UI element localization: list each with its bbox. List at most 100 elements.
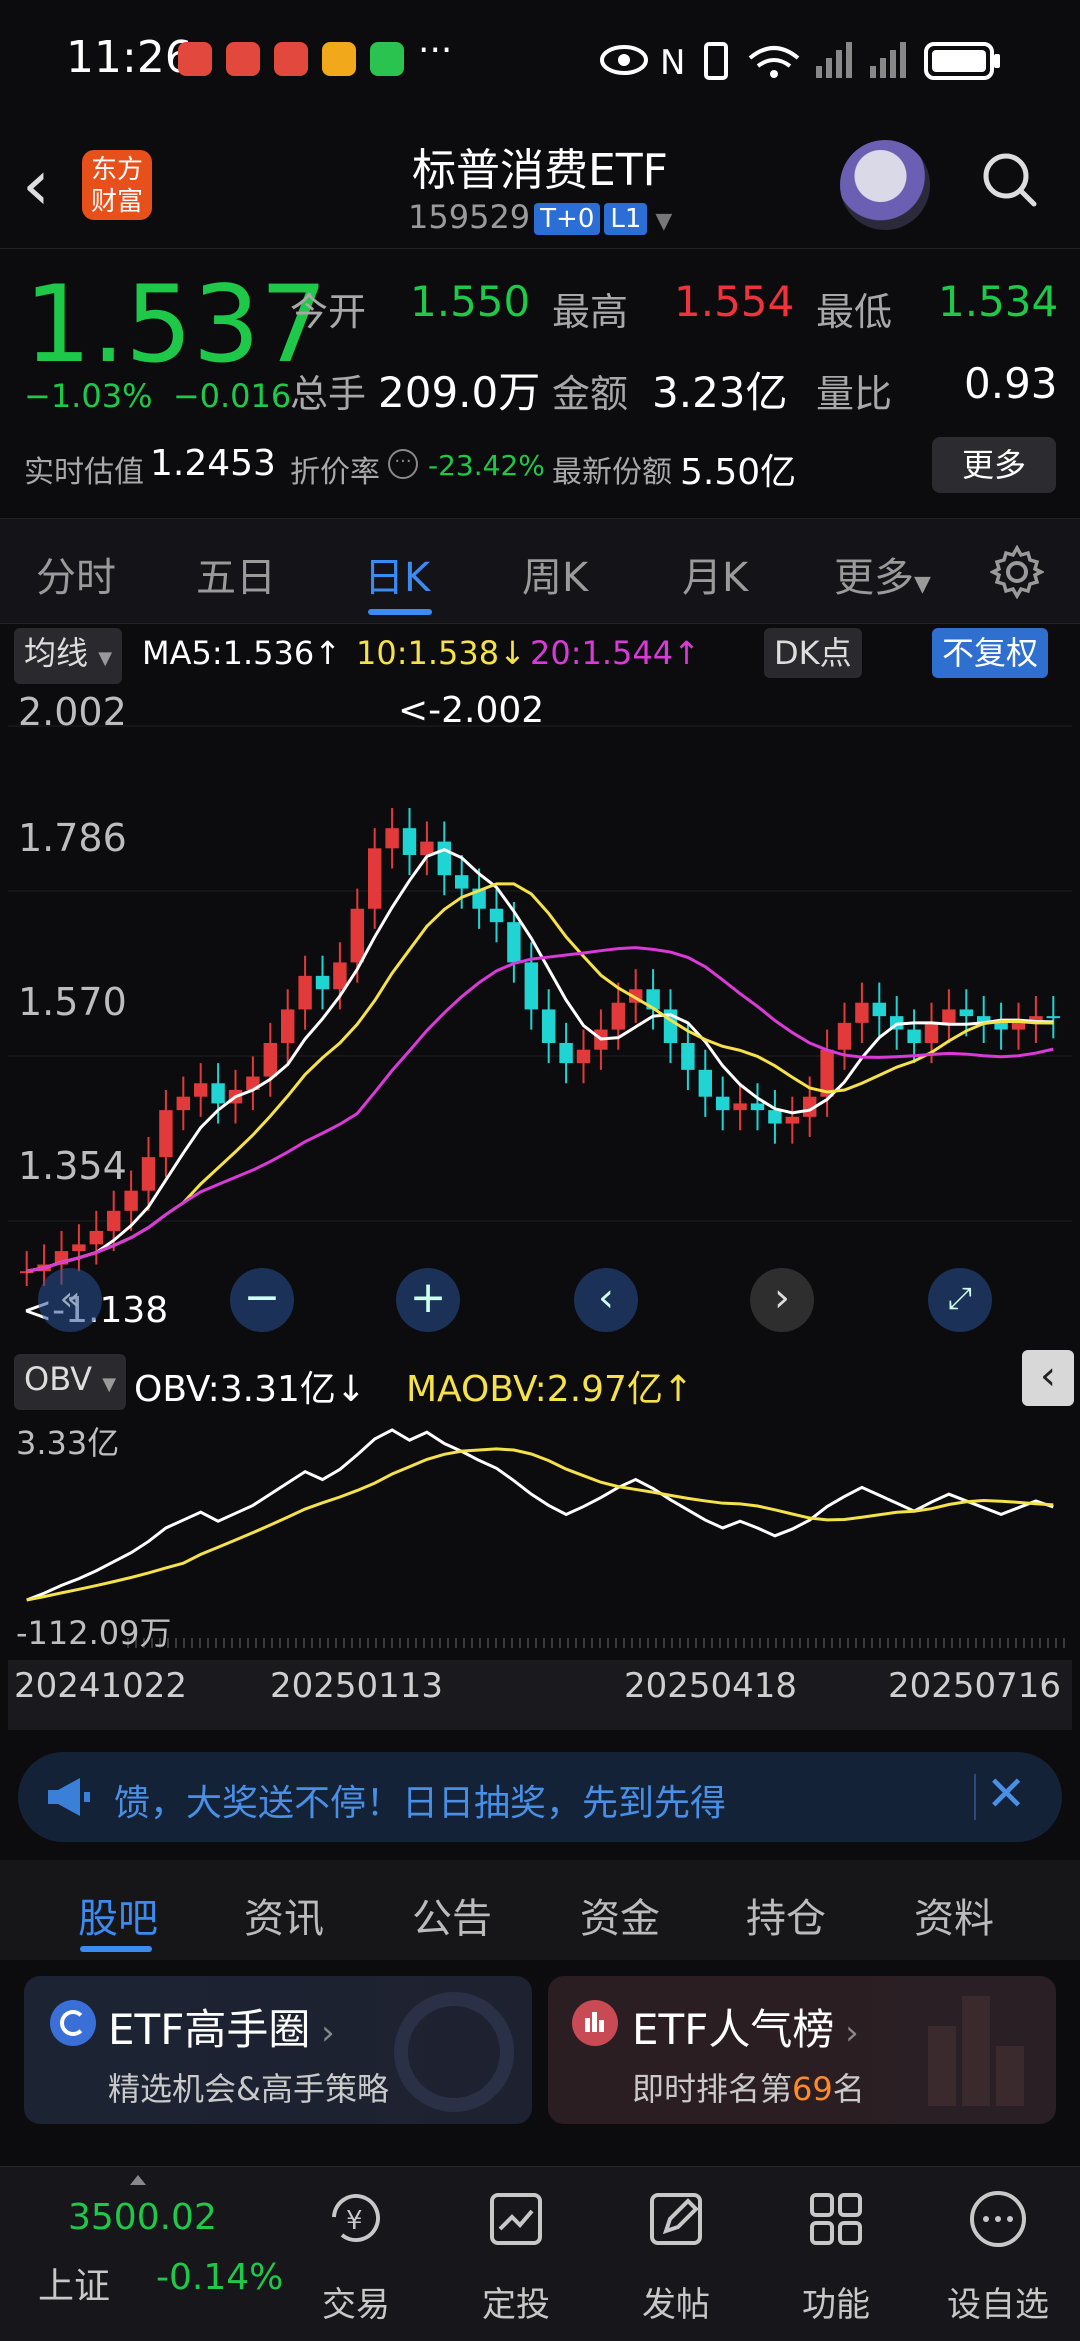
shares-label: 最新份额 [552, 455, 672, 490]
obv-legend: OBV ▼ OBV:3.31亿↓ MAOBV:2.97亿↑ ‹ [0, 1348, 1080, 1410]
tab-announcements[interactable]: 公告 [412, 1886, 492, 1944]
promo-banner[interactable]: 馈，大奖送不停！日日抽奖，先到先得 ✕ [18, 1752, 1062, 1842]
etf-expert-card[interactable]: ETF高手圈 › 精选机会&高手策略 [24, 1976, 532, 2124]
obv-bottom-label: -112.09万 [16, 1614, 172, 1652]
dk-point-toggle[interactable]: DK点 [764, 628, 862, 678]
candle-body [1011, 1022, 1026, 1030]
chevron-right-icon: › [834, 2013, 859, 2053]
post-icon[interactable] [644, 2187, 708, 2251]
obv-value: OBV:3.31亿↓ [134, 1369, 367, 1410]
app-notification-icon [226, 42, 260, 76]
card-subtitle: 即时排名第69名 [632, 2064, 865, 2110]
chevron-down-icon: ▼ [102, 1374, 117, 1395]
tab-profile[interactable]: 资料 [914, 1886, 994, 1944]
candle-body [176, 1096, 190, 1111]
candle-body [159, 1110, 173, 1158]
tab-five-day[interactable]: 五日 [196, 545, 276, 603]
y-tick-label: 2.002 [18, 690, 127, 734]
app-notification-icon [274, 42, 308, 76]
tab-weekly-k[interactable]: 周K [522, 545, 588, 603]
candle-body [924, 1022, 939, 1043]
ma5-line [26, 848, 1054, 1273]
search-icon[interactable] [980, 150, 1038, 208]
date-label: 20250113 [270, 1666, 444, 1706]
kline-chart[interactable]: 2.002 1.786 1.570 1.354 <-2.002 <-1.138 … [8, 686, 1072, 1346]
candle-body [611, 1002, 625, 1030]
tab-capital[interactable]: 资金 [580, 1886, 660, 1944]
indicator-selector-label: 均线 [24, 634, 89, 672]
y-tick-label: 1.354 [18, 1144, 127, 1188]
trade-icon[interactable]: ¥ [324, 2187, 388, 2251]
candle-body [315, 975, 330, 990]
last-price: 1.537 [24, 263, 328, 386]
functions-grid-icon[interactable] [804, 2187, 868, 2251]
rank-number: 69 [792, 2070, 833, 2108]
candle-body [350, 908, 364, 963]
active-tab-indicator [368, 609, 432, 615]
tab-guba[interactable]: 股吧 [78, 1886, 158, 1944]
tab-news[interactable]: 资讯 [244, 1886, 324, 1944]
obv-selector[interactable]: OBV ▼ [14, 1354, 127, 1410]
nav-functions[interactable]: 功能 [776, 2277, 896, 2326]
maobv-value: MAOBV:2.97亿↑ [406, 1369, 694, 1410]
fullscreen-icon[interactable]: ⤢ [928, 1268, 992, 1332]
tab-monthly-k[interactable]: 月K [682, 545, 748, 603]
app-notification-icon [178, 42, 212, 76]
indicator-selector[interactable]: 均线 ▼ [14, 628, 123, 684]
settings-gear-icon[interactable] [990, 545, 1044, 599]
scroll-right-button[interactable]: › [750, 1268, 814, 1332]
iopv-label: 实时估值 [24, 455, 144, 490]
ma20-value: 20:1.544↑ [530, 634, 700, 672]
adjust-toggle[interactable]: 不复权 [932, 628, 1049, 678]
volume-value: 209.0万 [378, 368, 541, 417]
assistant-avatar-icon[interactable] [840, 140, 930, 230]
premium-value: -23.42% [428, 449, 545, 482]
info-icon[interactable]: ··· [388, 449, 418, 479]
nav-trade[interactable]: 交易 [296, 2277, 416, 2326]
decorative-ring-icon [394, 1992, 514, 2112]
security-code[interactable]: 159529 T+0 L1 ▼ [408, 198, 672, 236]
amount-value: 3.23亿 [652, 368, 788, 417]
collapse-panel-button[interactable]: ‹ [1022, 1350, 1074, 1406]
open-value: 1.550 [410, 277, 531, 326]
expand-arrow-icon[interactable] [130, 2175, 146, 2185]
scroll-left-button[interactable]: ‹ [574, 1268, 638, 1332]
tab-intraday[interactable]: 分时 [36, 545, 116, 603]
decorative-bar [962, 1996, 990, 2106]
zoom-in-button[interactable]: + [396, 1268, 460, 1332]
close-icon[interactable]: ✕ [986, 1766, 1026, 1822]
bar-chart-icon [572, 2000, 618, 2046]
zoom-out-button[interactable]: − [230, 1268, 294, 1332]
circle-glyph [60, 2010, 86, 2036]
low-label: 最低 [816, 290, 893, 334]
etf-popularity-card[interactable]: ETF人气榜 › 即时排名第69名 [548, 1976, 1056, 2124]
maobv-line [26, 1447, 1054, 1602]
candle-body [141, 1157, 156, 1191]
obv-selector-label: OBV [24, 1360, 93, 1398]
nav-auto-invest[interactable]: 定投 [456, 2277, 576, 2326]
tab-more[interactable]: 更多▼ [834, 545, 931, 603]
nav-add-watchlist[interactable]: 设自选 [938, 2277, 1058, 2326]
chevron-down-icon: ▼ [914, 572, 931, 597]
nav-post[interactable]: 发帖 [616, 2277, 736, 2326]
candle-body [907, 1029, 921, 1043]
low-value: 1.534 [938, 277, 1059, 326]
volume-label: 总手 [290, 372, 367, 416]
tab-holdings[interactable]: 持仓 [746, 1886, 826, 1944]
l1-badge: L1 [604, 203, 648, 235]
candle-body [785, 1116, 799, 1124]
obv-chart[interactable]: 3.33亿 -112.09万 [8, 1410, 1072, 1652]
auto-invest-icon[interactable] [484, 2187, 548, 2251]
add-watchlist-icon[interactable] [966, 2187, 1030, 2251]
scroll-start-button[interactable]: « [38, 1268, 102, 1332]
card-title: ETF高手圈 › [108, 1996, 335, 2057]
index-value[interactable]: 3500.02 [68, 2197, 217, 2238]
status-bar: 11:26 ··· N [0, 0, 1080, 120]
megaphone-icon [48, 1778, 90, 1816]
more-button[interactable]: 更多 [932, 437, 1056, 493]
candle-body [576, 1049, 591, 1064]
price-change: −1.03% −0.016 [24, 377, 291, 415]
chevron-down-icon: ▼ [655, 209, 673, 234]
quote-panel: 1.537 −1.03% −0.016 今开 1.550 最高 1.554 最低… [0, 248, 1080, 517]
tab-daily-k[interactable]: 日K [364, 545, 430, 603]
